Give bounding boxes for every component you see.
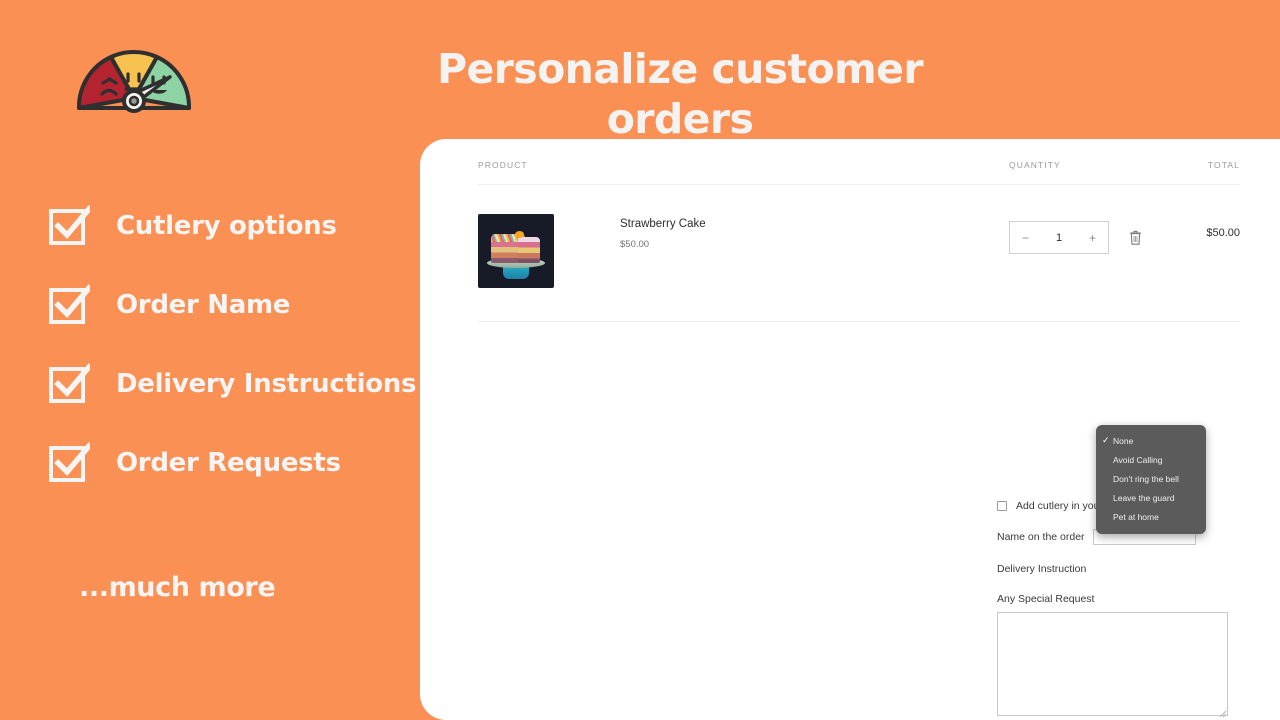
- product-unit-price: $50.00: [620, 239, 650, 250]
- delivery-instruction-row: Delivery Instruction: [997, 561, 1240, 577]
- quantity-value[interactable]: 1: [1056, 232, 1062, 244]
- increment-button[interactable]: +: [1089, 232, 1096, 244]
- decrement-button[interactable]: −: [1022, 232, 1029, 244]
- feature-label: Delivery Instructions: [116, 368, 417, 399]
- feature-checklist: Cutlery options Order Name Delivery Inst…: [48, 186, 428, 502]
- feature-item-cutlery-options: Cutlery options: [48, 186, 428, 265]
- cake-slice: [518, 237, 540, 263]
- promo-screenshot-root: Personalize customer orders Cutlery opti…: [0, 0, 1280, 720]
- dropdown-option-leave-the-guard[interactable]: Leave the guard: [1096, 488, 1206, 507]
- checkbox-checked-icon: [48, 283, 93, 326]
- quantity-stepper[interactable]: − 1 +: [1009, 221, 1109, 254]
- column-header-quantity: QUANTITY: [1009, 160, 1061, 170]
- line-total: $50.00: [1206, 227, 1240, 239]
- delivery-instruction-select[interactable]: [1094, 561, 1240, 577]
- much-more-text: ...much more: [79, 572, 276, 603]
- dropdown-option-label: Don't ring the bell: [1113, 473, 1179, 484]
- dropdown-option-label: Avoid Calling: [1113, 454, 1163, 465]
- add-cutlery-checkbox[interactable]: [997, 501, 1007, 511]
- feature-item-delivery-instructions: Delivery Instructions: [48, 344, 428, 423]
- dropdown-option-pet-at-home[interactable]: Pet at home: [1096, 507, 1206, 526]
- product-cell: Strawberry Cake $50.00: [478, 214, 977, 288]
- product-details: Strawberry Cake $50.00: [620, 214, 706, 288]
- product-thumbnail[interactable]: [478, 214, 554, 288]
- dropdown-option-dont-ring-the-bell[interactable]: Don't ring the bell: [1096, 469, 1206, 488]
- quantity-cell: − 1 +: [977, 214, 1162, 254]
- special-request-textarea[interactable]: [997, 612, 1228, 716]
- check-icon: ✓: [1102, 435, 1110, 445]
- column-header-product: PRODUCT: [478, 160, 528, 170]
- cake-topping: [515, 231, 524, 238]
- feature-label: Cutlery options: [116, 210, 337, 241]
- order-name-label: Name on the order: [997, 531, 1085, 543]
- checkbox-checked-icon: [48, 441, 93, 484]
- delivery-instruction-label: Delivery Instruction: [997, 563, 1087, 575]
- dropdown-option-label: None: [1113, 435, 1134, 446]
- cart-table-header: PRODUCT QUANTITY TOTAL: [478, 160, 1240, 185]
- cart-content: PRODUCT QUANTITY TOTAL Strawberry Cake $…: [478, 160, 1240, 322]
- column-header-total: TOTAL: [1207, 160, 1240, 170]
- feature-label: Order Requests: [116, 447, 341, 478]
- dropdown-option-none[interactable]: ✓ None: [1096, 431, 1206, 450]
- feature-label: Order Name: [116, 289, 291, 320]
- table-row: Strawberry Cake $50.00 − 1 + $50.00: [478, 185, 1240, 322]
- satisfaction-gauge-icon: [73, 36, 195, 114]
- feature-item-order-requests: Order Requests: [48, 423, 428, 502]
- trash-icon[interactable]: [1128, 229, 1143, 246]
- product-title[interactable]: Strawberry Cake: [620, 218, 706, 230]
- checkbox-checked-icon: [48, 204, 93, 247]
- dropdown-option-avoid-calling[interactable]: Avoid Calling: [1096, 450, 1206, 469]
- dropdown-option-label: Pet at home: [1113, 511, 1159, 522]
- dropdown-option-label: Leave the guard: [1113, 492, 1175, 503]
- feature-item-order-name: Order Name: [48, 265, 428, 344]
- delivery-instruction-dropdown[interactable]: ✓ None Avoid Calling Don't ring the bell…: [1096, 425, 1206, 534]
- checkbox-checked-icon: [48, 362, 93, 405]
- page-title: Personalize customer orders: [437, 45, 924, 143]
- special-request-label: Any Special Request: [997, 593, 1095, 605]
